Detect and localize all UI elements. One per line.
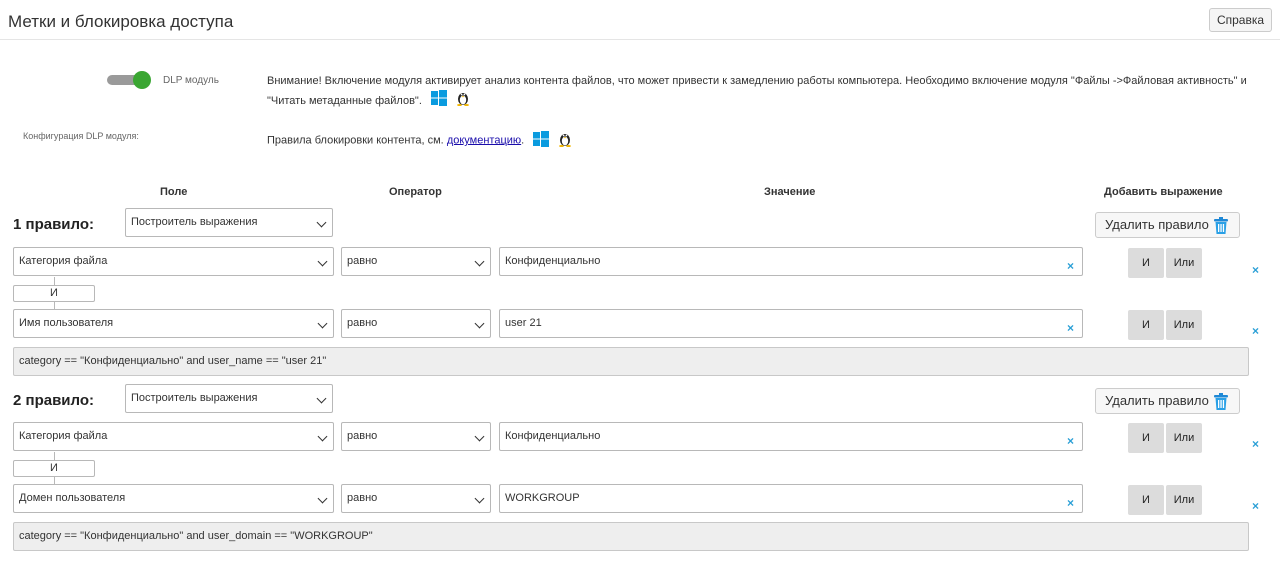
windows-icon bbox=[430, 90, 447, 112]
connector-line bbox=[54, 477, 55, 484]
operator-select-value: равно bbox=[347, 492, 378, 504]
chevron-down-icon bbox=[317, 256, 328, 267]
add-and-button[interactable]: И bbox=[1128, 248, 1164, 278]
column-header-operator: Оператор bbox=[389, 186, 442, 198]
value-input-text: Конфиденциально bbox=[505, 430, 601, 442]
rule-1-builder-select[interactable]: Построитель выражения bbox=[125, 208, 333, 237]
add-and-button[interactable]: И bbox=[1128, 423, 1164, 453]
operator-select-value: равно bbox=[347, 430, 378, 442]
rule-1-delete-button[interactable]: Удалить правило bbox=[1095, 212, 1240, 238]
add-or-button[interactable]: Или bbox=[1166, 485, 1202, 515]
trash-icon bbox=[1213, 217, 1229, 242]
rule-2-expression: category == "Конфиденциально" and user_d… bbox=[13, 522, 1249, 551]
operator-select-value: равно bbox=[347, 255, 378, 267]
condition-field-select[interactable]: Категория файла bbox=[13, 422, 334, 451]
add-and-button[interactable]: И bbox=[1128, 485, 1164, 515]
chevron-down-icon bbox=[474, 318, 485, 329]
rule-1-expression: category == "Конфиденциально" and user_n… bbox=[13, 347, 1249, 376]
column-header-value: Значение bbox=[764, 186, 816, 198]
condition-value-input[interactable]: Конфиденциально × bbox=[499, 422, 1083, 451]
add-or-button[interactable]: Или bbox=[1166, 248, 1202, 278]
condition-operator-select[interactable]: равно bbox=[341, 484, 491, 513]
toggle-knob bbox=[133, 71, 151, 89]
value-input-text: WORKGROUP bbox=[505, 492, 580, 504]
windows-icon bbox=[533, 131, 550, 150]
remove-condition-icon[interactable]: × bbox=[1252, 437, 1259, 451]
value-input-text: user 21 bbox=[505, 317, 542, 329]
condition-operator-select[interactable]: равно bbox=[341, 422, 491, 451]
clear-icon[interactable]: × bbox=[1067, 490, 1074, 517]
connector-line bbox=[54, 452, 55, 460]
condition-value-input[interactable]: WORKGROUP × bbox=[499, 484, 1083, 513]
rule-1-title: 1 правило: bbox=[13, 216, 95, 233]
remove-condition-icon[interactable]: × bbox=[1252, 263, 1259, 277]
field-select-value: Домен пользователя bbox=[19, 492, 126, 504]
connector-line bbox=[54, 302, 55, 309]
dlp-warning-text: Внимание! Включение модуля активирует ан… bbox=[267, 75, 1247, 107]
condition-field-select[interactable]: Имя пользователя bbox=[13, 309, 334, 338]
rule-2-title: 2 правило: bbox=[13, 392, 95, 409]
clear-icon[interactable]: × bbox=[1067, 428, 1074, 455]
chevron-down-icon bbox=[317, 431, 328, 442]
remove-condition-icon[interactable]: × bbox=[1252, 499, 1259, 513]
chevron-down-icon bbox=[474, 493, 485, 504]
condition-connector[interactable]: И bbox=[13, 285, 95, 302]
linux-icon bbox=[558, 131, 572, 150]
dlp-config-suffix: . bbox=[521, 134, 525, 147]
add-or-button[interactable]: Или bbox=[1166, 310, 1202, 340]
rule-2-delete-button[interactable]: Удалить правило bbox=[1095, 388, 1240, 414]
condition-operator-select[interactable]: равно bbox=[341, 309, 491, 338]
delete-rule-label: Удалить правило bbox=[1105, 217, 1209, 232]
builder-select-value: Построитель выражения bbox=[131, 392, 258, 404]
rule-2-builder-select[interactable]: Построитель выражения bbox=[125, 384, 333, 413]
dlp-config-text: Правила блокировки контента, см. докумен… bbox=[267, 131, 572, 150]
linux-icon bbox=[456, 90, 470, 112]
documentation-link[interactable]: документацию bbox=[447, 134, 521, 146]
add-and-button[interactable]: И bbox=[1128, 310, 1164, 340]
condition-operator-select[interactable]: равно bbox=[341, 247, 491, 276]
chevron-down-icon bbox=[474, 256, 485, 267]
page-header: Метки и блокировка доступа Справка bbox=[0, 0, 1280, 40]
condition-value-input[interactable]: user 21 × bbox=[499, 309, 1083, 338]
condition-value-input[interactable]: Конфиденциально × bbox=[499, 247, 1083, 276]
remove-condition-icon[interactable]: × bbox=[1252, 324, 1259, 338]
condition-field-select[interactable]: Домен пользователя bbox=[13, 484, 334, 513]
page-title: Метки и блокировка доступа bbox=[8, 12, 234, 31]
chevron-down-icon bbox=[474, 431, 485, 442]
operator-select-value: равно bbox=[347, 317, 378, 329]
add-or-button[interactable]: Или bbox=[1166, 423, 1202, 453]
connector-line bbox=[54, 277, 55, 285]
dlp-toggle-label: DLP модуль bbox=[163, 75, 219, 86]
field-select-value: Категория файла bbox=[19, 430, 108, 442]
builder-select-value: Построитель выражения bbox=[131, 216, 258, 228]
delete-rule-label: Удалить правило bbox=[1105, 393, 1209, 408]
field-select-value: Имя пользователя bbox=[19, 317, 114, 329]
chevron-down-icon bbox=[316, 393, 327, 404]
dlp-config-prefix: Правила блокировки контента, см. bbox=[267, 134, 444, 147]
dlp-config-label: Конфигурация DLP модуля: bbox=[23, 131, 139, 141]
condition-field-select[interactable]: Категория файла bbox=[13, 247, 334, 276]
dlp-warning: Внимание! Включение модуля активирует ан… bbox=[267, 73, 1277, 112]
trash-icon bbox=[1213, 393, 1229, 418]
field-select-value: Категория файла bbox=[19, 255, 108, 267]
column-header-field: Поле bbox=[160, 186, 188, 198]
column-header-add: Добавить выражение bbox=[1104, 186, 1223, 198]
value-input-text: Конфиденциально bbox=[505, 255, 601, 267]
clear-icon[interactable]: × bbox=[1067, 315, 1074, 342]
chevron-down-icon bbox=[316, 217, 327, 228]
dlp-toggle[interactable] bbox=[107, 71, 151, 89]
condition-connector[interactable]: И bbox=[13, 460, 95, 477]
chevron-down-icon bbox=[317, 318, 328, 329]
help-button[interactable]: Справка bbox=[1209, 8, 1272, 32]
clear-icon[interactable]: × bbox=[1067, 253, 1074, 280]
chevron-down-icon bbox=[317, 493, 328, 504]
